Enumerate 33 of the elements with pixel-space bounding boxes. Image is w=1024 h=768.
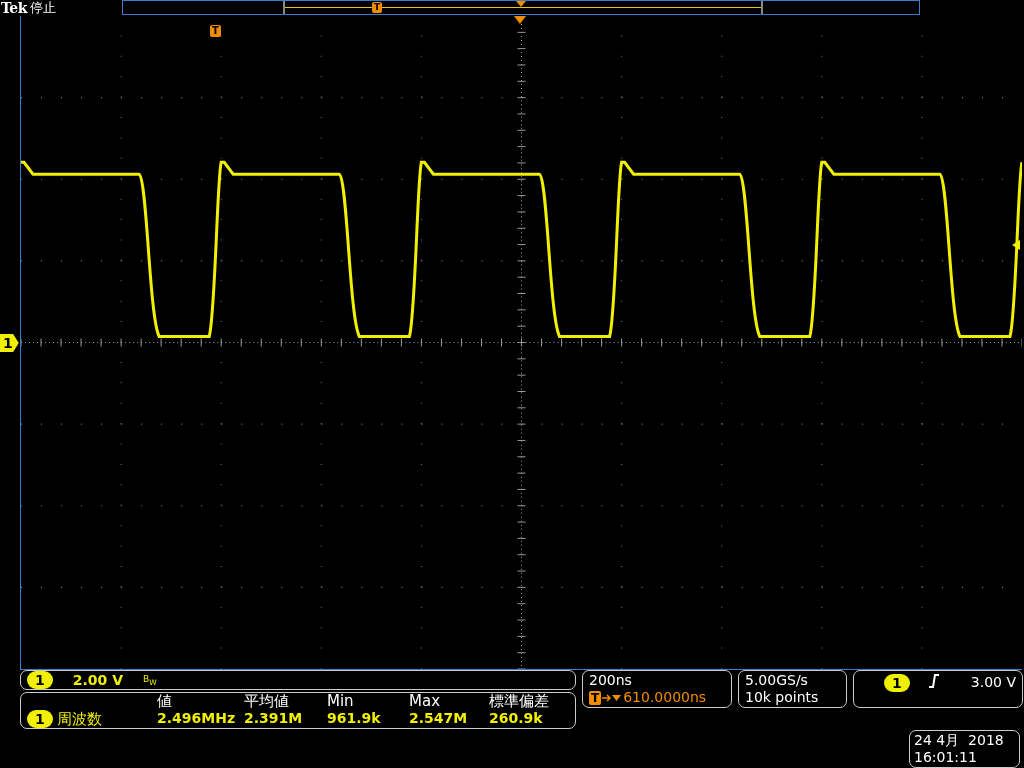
column-header: 標準偏差: [489, 693, 550, 710]
channel-badge: 1: [884, 674, 910, 692]
trigger-level: 3.00 V: [970, 674, 1016, 691]
time-label: 16:01:11: [914, 749, 978, 766]
trigger-marker: T: [210, 25, 221, 37]
trigger-badge: T: [589, 690, 602, 705]
brand-label: Tek: [1, 1, 27, 15]
column-header: Min: [327, 693, 355, 710]
date-label: 24 4月 2018: [914, 732, 1005, 749]
horizontal-scale: 200ns: [589, 672, 633, 689]
triangle-marker-icon: [516, 1, 526, 7]
measurement-value: 2.391M: [244, 710, 304, 728]
trigger-position-icon: [514, 16, 526, 24]
column-header: 値: [157, 693, 173, 710]
channel-badge: 1: [27, 671, 53, 689]
horizontal-delay: 610.0000ns: [623, 689, 707, 706]
trigger-level-icon: [1012, 240, 1020, 250]
measurement-value: 260.9k: [489, 710, 544, 728]
measurement-value: 961.9k: [327, 710, 382, 728]
measurement-value: 2.547M: [409, 710, 469, 728]
bandwidth-limit-indicator: B$_{W}$: [143, 673, 157, 687]
record-length: 10k points: [745, 689, 820, 706]
channel-marker[interactable]: 1: [0, 334, 19, 352]
sample-rate: 5.00GS/s: [745, 672, 809, 689]
measurement-value: 2.496MHz: [157, 710, 237, 728]
vertical-scale: 2.00 V: [72, 672, 123, 688]
measurement-name: 周波数: [56, 710, 102, 728]
trigger-marker: T: [372, 2, 383, 13]
column-header: Max: [409, 693, 441, 710]
acquisition-state: 停止: [29, 1, 56, 15]
column-header: 平均値: [244, 693, 290, 710]
channel-badge: 1: [27, 710, 53, 728]
delay-arrow-icon: [602, 692, 623, 703]
